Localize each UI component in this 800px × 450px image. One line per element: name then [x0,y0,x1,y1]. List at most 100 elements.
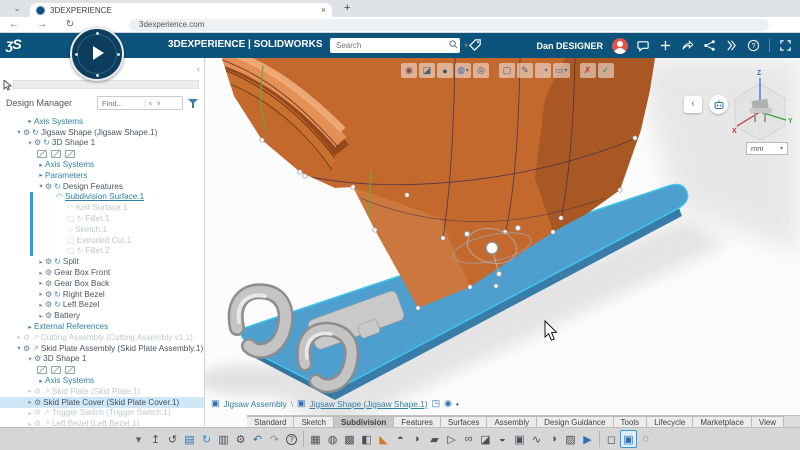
expand-arrow-icon[interactable]: ▸ [26,420,34,427]
browser-tab[interactable]: 3DEXPERIENCE × [30,3,332,17]
tree-item-axis-systems[interactable]: ▸ Axis Systems [0,159,204,170]
tree-item-skid-plate-cover-skid-plate-cover-1[interactable]: ▸ ⚙ Skid Plate Cover (Skid Plate Cover.1) [0,396,204,408]
help-icon[interactable]: ? [283,430,300,448]
primitive-sphere-icon[interactable]: ◓ [392,430,409,448]
convert-icon[interactable]: ▶ [579,430,596,448]
ribbon-tab-tools[interactable]: Tools [613,416,648,427]
notifications-icon[interactable] [637,39,650,52]
find-next-icon[interactable]: ∨ [154,100,162,107]
tree-plane-icons[interactable] [0,364,204,375]
ribbon-tab-lifecycle[interactable]: Lifecycle [647,416,694,427]
print-icon[interactable]: ▥ [215,430,232,448]
subdivision-mode-icon[interactable]: ▣ [620,430,637,448]
expand-arrow-icon[interactable]: ▸ [26,323,34,331]
shaded-view-icon[interactable]: ● [437,63,453,78]
expand-arrow-icon[interactable]: ▸ [37,161,45,169]
tab-close-icon[interactable]: × [321,5,326,15]
add-icon[interactable] [659,39,672,52]
box-select-icon[interactable]: ▢ [499,63,515,78]
selection-filter-icon[interactable]: ◌ ▾ [535,63,551,78]
assistant-collapse-icon[interactable]: ‹ [684,96,702,113]
expand-arrow-icon[interactable]: ▸ [37,290,45,298]
bend-icon[interactable]: ◗ [409,430,426,448]
filter-icon[interactable] [187,97,199,109]
expand-arrow-icon[interactable]: ▸ [37,301,45,309]
expand-arrow-icon[interactable]: ▸ [37,258,45,266]
expand-arrow-icon[interactable]: ▸ [15,333,23,341]
back-icon[interactable]: ← [0,19,28,30]
tree-item-skid-plate-assembly-skid-plate-assembly-1[interactable]: ▾ ⚙ ↗ Skid Plate Assembly (Skid Plate Assem… [0,343,204,354]
fullscreen-icon[interactable] [779,39,792,52]
breadcrumb-root[interactable]: Jigsaw Assembly [224,399,287,409]
tab-search-chevron-icon[interactable]: ⌄ [10,3,24,15]
3d-scene[interactable] [205,58,800,427]
dropdown-chevron-icon[interactable]: ▾ [565,67,568,74]
primitive-icon[interactable]: ▭ ▾ [553,63,570,78]
expand-arrow-icon[interactable]: ▸ [37,377,45,385]
expand-arrow-icon[interactable]: ▸ [37,269,45,277]
expand-arrow-icon[interactable]: ▸ [37,312,45,320]
expand-arrow-icon[interactable]: ▾ [26,355,34,363]
box-mode-icon[interactable]: ◻ [603,430,620,448]
expand-arrow-icon[interactable]: ▸ [26,409,34,417]
search-input[interactable] [330,41,446,50]
tree-item-design-features[interactable]: ▾ ⚙ ↻ Design Features [0,181,204,192]
ribbon-tab-sketch[interactable]: Sketch [294,416,334,427]
tree-item-skid-plate-skid-plate-1[interactable]: ▸ ⚙ ↗ Skid Plate (Skid Plate.1) [0,386,204,397]
expand-arrow-icon[interactable]: ▾ [37,182,45,190]
expand-arrow-icon[interactable]: ▸ [26,398,34,406]
reference-plane-icon[interactable] [37,149,47,158]
spiral-icon[interactable]: ∿ [528,430,545,448]
breadcrumb-current[interactable]: Jigsaw Shape (Jigsaw Shape.1) [310,399,428,409]
redo-icon[interactable]: ↷ [266,430,283,448]
expand-arrow-icon[interactable]: ▸ [26,117,34,125]
toolbar-expand-chevron[interactable]: ▾ [130,430,147,448]
expand-arrow-icon[interactable]: ▾ [15,128,23,136]
tree-item-trigger-switch-trigger-switch-1[interactable]: ▸ ⚙ ↗ Trigger Switch (Trigger Switch.1) [0,408,204,419]
expand-arrow-icon[interactable]: ▾ [26,139,34,147]
reference-plane-icon[interactable] [51,149,61,158]
primitive-box-icon[interactable]: ◣ [375,430,392,448]
symmetry-icon[interactable]: ◒ [494,430,511,448]
find-input[interactable] [98,98,144,108]
edit-face-icon[interactable]: ✎ [517,63,533,78]
align-plane-icon[interactable]: ◪ [419,63,435,78]
ribbon-tab-view[interactable]: View [751,416,785,427]
3dexperience-compass[interactable] [70,27,124,81]
edit-shape-icon[interactable]: ◳ [432,398,441,409]
thicken-icon[interactable]: ▣ [511,430,528,448]
address-bar[interactable]: 3dexperience.com [129,18,769,31]
share-icon[interactable] [681,39,694,52]
reference-plane-icon[interactable] [65,365,75,374]
ribbon-tab-design-guidance[interactable]: Design Guidance [537,416,614,427]
tree-item-gear-box-front[interactable]: ▸ ⚙ Gear Box Front [0,267,204,278]
dropdown-chevron-icon[interactable]: ▾ [545,67,548,74]
ribbon-tab-standard[interactable]: Standard [247,416,295,427]
explore-icon[interactable]: ◉ [444,398,452,409]
cancel-icon[interactable]: ✗ [579,63,596,78]
assistant-icon[interactable] [725,39,738,52]
snap-icon[interactable]: ◉ [401,63,417,78]
extrude-icon[interactable]: ▷ [443,430,460,448]
mesh-view-icon[interactable]: ▩ [341,430,358,448]
split-icon[interactable]: ◑ [545,430,562,448]
find-prev-icon[interactable]: ∧ [146,100,154,107]
breadcrumb-more[interactable]: • [456,399,459,409]
history-icon[interactable]: ↺ [164,430,181,448]
tree-item-axis-systems[interactable]: ▸ Axis Systems [0,116,204,127]
panel-collapse-icon[interactable]: ‹ [197,64,200,74]
shaded-globe-icon[interactable]: ◍ [324,430,341,448]
tree-plane-icons[interactable] [0,148,204,159]
help-icon[interactable]: ? [747,39,760,52]
undo-icon[interactable]: ↶ [249,430,266,448]
refresh-icon[interactable]: ↻ [198,430,215,448]
globe-view-icon[interactable]: ◍ ▾ [455,63,471,78]
pattern-icon[interactable]: ▨ [562,430,579,448]
assistant-robot-icon[interactable] [709,95,728,114]
reload-icon[interactable]: ↻ [56,19,84,30]
tree-item-parameters[interactable]: ▸ Parameters [0,170,204,181]
expand-arrow-icon[interactable]: ▸ [26,387,34,395]
tree-item-3d-shape-1[interactable]: ▾ ⚙ ↻ 3D Shape 1 [0,138,204,149]
expand-arrow-icon[interactable]: ▸ [37,279,45,287]
user-name[interactable]: Dan DESIGNER [536,41,603,51]
